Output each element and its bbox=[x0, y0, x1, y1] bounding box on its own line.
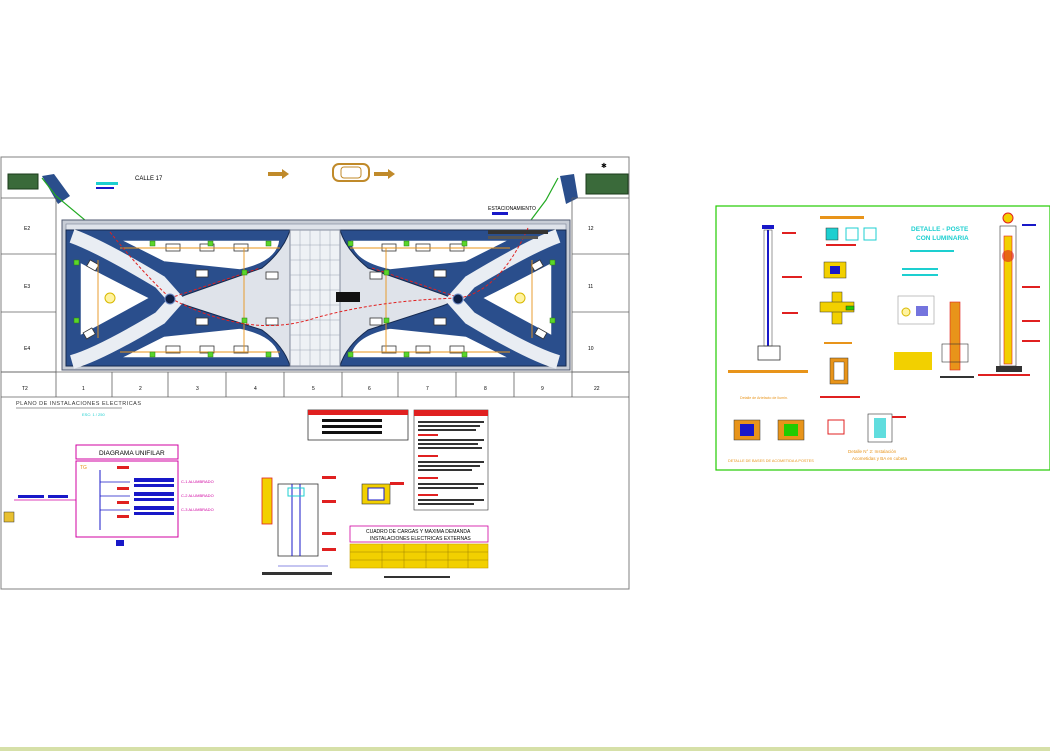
lot-label: 2 bbox=[139, 386, 142, 392]
cross-detail bbox=[819, 291, 855, 325]
pole-detail-main bbox=[261, 476, 336, 575]
feeder-tag bbox=[48, 495, 68, 498]
pole-tag bbox=[782, 312, 798, 314]
junction-detail-main bbox=[361, 482, 404, 505]
legend-header bbox=[308, 410, 408, 415]
feeder-line-right bbox=[527, 177, 559, 225]
loads-title: CUADRO DE CARGAS Y MAXIMA DEMANDA bbox=[366, 529, 471, 535]
detail-title: DETALLE - POSTE bbox=[911, 226, 969, 233]
lots-right bbox=[571, 197, 629, 373]
parking-tag bbox=[492, 212, 508, 215]
north-arrow-icon: ✱ bbox=[601, 162, 607, 170]
lot-label: E3 bbox=[24, 284, 30, 290]
fountain-icon bbox=[452, 293, 464, 305]
circuit-label: C-2 ALUMBRADO bbox=[181, 493, 214, 498]
legend-rows bbox=[322, 419, 382, 434]
pole-tag bbox=[782, 276, 802, 278]
circuit-branches bbox=[100, 481, 130, 511]
lot-label: E4 bbox=[24, 346, 30, 352]
spec-box bbox=[894, 352, 932, 370]
corner-curb-right bbox=[560, 174, 578, 204]
lot-label: 22 bbox=[594, 386, 600, 392]
loads-table bbox=[349, 543, 489, 569]
street-label: CALLE 17 bbox=[135, 176, 163, 182]
loads-subtitle: INSTALACIONES ELECTRICAS EXTERNAS bbox=[370, 536, 471, 542]
detail-note: DETALLE DE BASES DE ACOMETIDA A POSTES bbox=[728, 459, 814, 463]
cad-drawing-canvas: CALLE 17 ESTACIONAMIENTO ✱ E2 E3 E4 12 1… bbox=[0, 156, 1050, 590]
lot-label: 5 bbox=[312, 386, 315, 392]
lot-label: T2 bbox=[22, 386, 28, 392]
tall-pole-right bbox=[978, 212, 1040, 376]
lot-label: E2 bbox=[24, 226, 30, 232]
base-detail bbox=[820, 357, 860, 398]
luminaire-detail bbox=[820, 216, 877, 246]
clamp-detail bbox=[823, 261, 847, 279]
ground-tag bbox=[116, 540, 124, 546]
lot-label: 8 bbox=[484, 386, 487, 392]
main-sheet: CALLE 17 ESTACIONAMIENTO ✱ E2 E3 E4 12 1… bbox=[0, 156, 630, 590]
side-pole-detail bbox=[940, 301, 974, 378]
pole-caption bbox=[728, 370, 808, 373]
plaza-sign bbox=[336, 292, 360, 302]
detail-subtitle: CON LUMINARIA bbox=[916, 235, 969, 242]
lot-label: 9 bbox=[541, 386, 544, 392]
lot-label: 11 bbox=[588, 284, 593, 290]
diagram-title: DIAGRAMA UNIFILAR bbox=[99, 450, 165, 457]
circuit-bars bbox=[134, 478, 174, 515]
arrow-icon bbox=[268, 169, 289, 179]
central-plaza bbox=[289, 229, 341, 367]
panel-label: TG bbox=[80, 465, 87, 471]
light-source-icon bbox=[514, 292, 526, 304]
loads-footer bbox=[384, 576, 450, 578]
circuit-label: C-1 ALUMBRADO bbox=[181, 479, 214, 484]
lamp-head-detail bbox=[897, 295, 935, 325]
base-plan-details bbox=[733, 419, 845, 441]
pole-base-plate bbox=[762, 225, 774, 229]
lot-label: 1 bbox=[82, 386, 85, 392]
plaza-note bbox=[488, 230, 548, 234]
sheet-bottom-rule bbox=[0, 747, 1050, 751]
detail-note: Acometidas y BA en cubeta bbox=[852, 456, 908, 461]
lot-label: 12 bbox=[588, 226, 594, 232]
detail-note: Detalle N° 2: Instalación bbox=[848, 449, 897, 454]
notes-header bbox=[414, 410, 488, 416]
pole-tag bbox=[782, 232, 796, 234]
lot-label: 6 bbox=[368, 386, 371, 392]
parking-label: ESTACIONAMIENTO bbox=[488, 206, 536, 212]
fountain-icon bbox=[164, 293, 176, 305]
meter-tag bbox=[96, 187, 114, 189]
cross-caption bbox=[824, 342, 852, 344]
title-notes bbox=[902, 250, 954, 276]
arrow-icon bbox=[374, 169, 395, 179]
car-window-icon bbox=[340, 166, 362, 179]
plan-scale: ESC: 1 / 250 bbox=[82, 412, 105, 417]
plaza-note bbox=[488, 236, 538, 239]
cubeta-detail bbox=[867, 413, 906, 443]
plan-title: PLANO DE INSTALACIONES ELECTRICAS bbox=[16, 401, 142, 407]
lot-label: 4 bbox=[254, 386, 257, 392]
lot-label: 3 bbox=[196, 386, 199, 392]
meter-box bbox=[3, 511, 15, 523]
detail-sheet: Detalle de Artefacto de Ilumin. DETALLE … bbox=[715, 205, 1050, 471]
meter-tag bbox=[96, 182, 118, 185]
planter-top-right bbox=[585, 173, 629, 195]
planter-top-left bbox=[7, 173, 39, 190]
lot-label: 7 bbox=[426, 386, 429, 392]
lot-label: 10 bbox=[588, 346, 594, 352]
lots-bottom bbox=[1, 371, 629, 398]
feeder-tag bbox=[18, 495, 44, 498]
light-source-icon bbox=[104, 292, 116, 304]
detail-note: Detalle de Artefacto de Ilumin. bbox=[740, 396, 788, 400]
circuit-label: C-3 ALUMBRADO bbox=[181, 507, 214, 512]
lot-labels-bottom: T2 1 2 3 4 5 6 7 8 9 22 bbox=[22, 386, 600, 392]
pole-foundation bbox=[757, 345, 781, 361]
